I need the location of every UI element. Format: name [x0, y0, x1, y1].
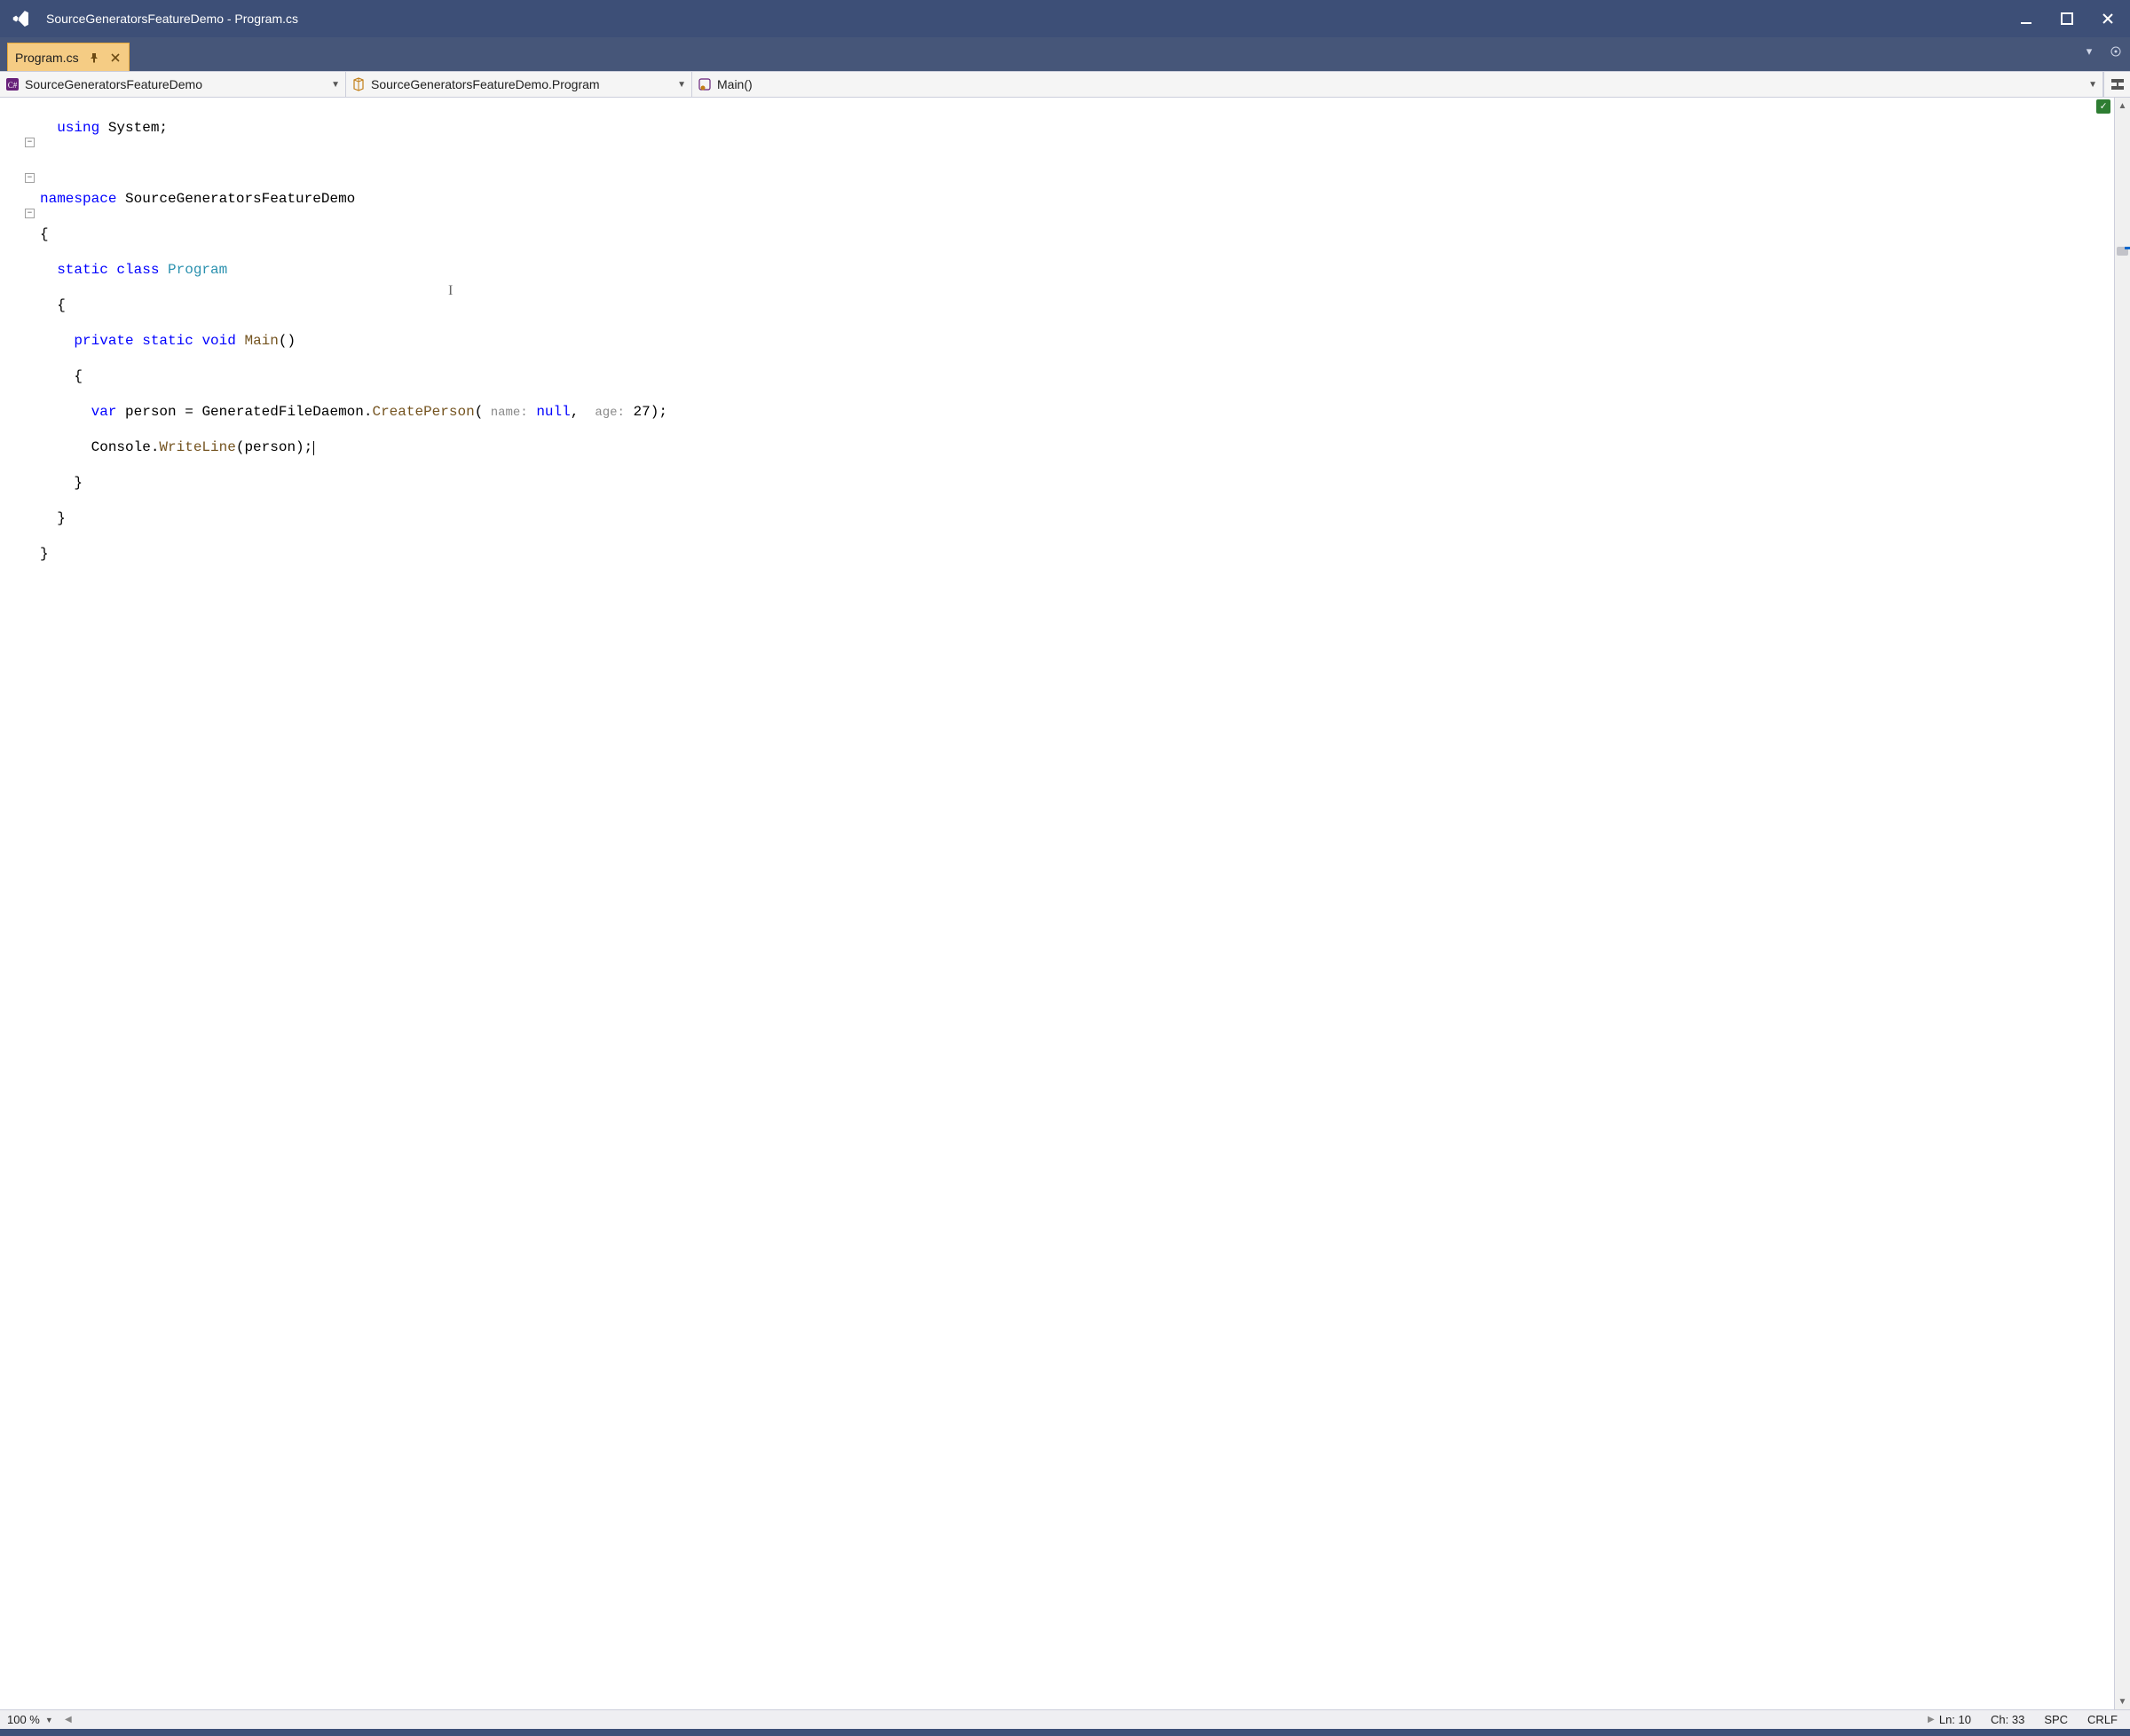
- scroll-down-icon[interactable]: ▼: [2115, 1693, 2130, 1709]
- code-token: Console.: [40, 439, 159, 455]
- inline-hint: name:: [483, 406, 527, 420]
- code-token: }: [40, 546, 49, 562]
- shell-statusbar: [0, 1729, 2130, 1736]
- tab-overflow-icon[interactable]: ▾: [2080, 43, 2098, 60]
- close-button[interactable]: [2098, 9, 2118, 28]
- code-token: namespace: [40, 191, 116, 207]
- code-token: static: [134, 333, 193, 349]
- text-caret: [313, 441, 314, 455]
- code-editor[interactable]: − − − using System; namespace SourceGene…: [0, 98, 2130, 1709]
- window-titlebar: SourceGeneratorsFeatureDemo - Program.cs: [0, 0, 2130, 37]
- code-token: {: [40, 368, 83, 384]
- minimize-button[interactable]: [2016, 9, 2036, 28]
- class-name: SourceGeneratorsFeatureDemo.Program: [371, 77, 600, 91]
- document-tab-strip: Program.cs ▾: [0, 37, 2130, 71]
- member-name: Main(): [717, 77, 753, 91]
- code-token: System;: [99, 120, 168, 136]
- svg-text:C#: C#: [8, 81, 18, 90]
- code-token: WriteLine: [159, 439, 235, 455]
- tab-label: Program.cs: [15, 51, 79, 65]
- code-token: (): [279, 333, 296, 349]
- inline-hint: age:: [588, 406, 625, 420]
- code-token: CreatePerson: [372, 404, 474, 420]
- window-title: SourceGeneratorsFeatureDemo - Program.cs: [46, 12, 298, 26]
- code-token: var: [91, 404, 117, 420]
- code-token: }: [40, 475, 83, 491]
- method-icon: [698, 77, 712, 91]
- code-token: 27);: [625, 404, 667, 420]
- code-token: void: [193, 333, 236, 349]
- csharp-project-icon: C#: [5, 77, 20, 91]
- code-token: private: [74, 333, 133, 349]
- zoom-dropdown[interactable]: 100 % ▼: [0, 1713, 60, 1726]
- split-editor-button[interactable]: [2103, 72, 2130, 97]
- code-token: Main: [236, 333, 279, 349]
- code-token: {: [40, 297, 66, 313]
- zoom-value: 100 %: [7, 1713, 40, 1726]
- vertical-scrollbar[interactable]: ▲ ▼: [2114, 98, 2130, 1709]
- class-icon: [351, 77, 366, 91]
- status-indent[interactable]: SPC: [2044, 1713, 2068, 1726]
- editor-gutter: − − −: [0, 98, 40, 1709]
- editor-footer: 100 % ▼ ◀ ▶ Ln: 10 Ch: 33 SPC CRLF: [0, 1709, 2130, 1729]
- code-token: }: [40, 510, 66, 526]
- code-token: SourceGeneratorsFeatureDemo: [116, 191, 355, 207]
- maximize-button[interactable]: [2057, 9, 2077, 28]
- code-token: null: [528, 404, 571, 420]
- chevron-down-icon: ▼: [2088, 80, 2097, 90]
- close-tab-icon[interactable]: [109, 51, 122, 64]
- scroll-left-icon[interactable]: ◀: [60, 1715, 76, 1724]
- code-token: (person);: [236, 439, 312, 455]
- scroll-up-icon[interactable]: ▲: [2115, 98, 2130, 114]
- code-health-indicator[interactable]: ✓: [2096, 99, 2110, 114]
- code-token: ,: [571, 404, 588, 420]
- change-marker: [2125, 247, 2130, 249]
- status-eol[interactable]: CRLF: [2087, 1713, 2118, 1726]
- code-token: {: [40, 226, 49, 242]
- status-char[interactable]: Ch: 33: [1991, 1713, 2024, 1726]
- member-dropdown[interactable]: Main() ▼: [692, 72, 2103, 97]
- code-token: using: [57, 120, 99, 136]
- code-token: static: [57, 262, 108, 278]
- fold-toggle[interactable]: −: [25, 173, 35, 183]
- vs-logo-icon: [7, 5, 34, 32]
- chevron-down-icon: ▼: [677, 80, 686, 90]
- fold-toggle[interactable]: −: [25, 209, 35, 218]
- code-token: class: [108, 262, 160, 278]
- chevron-down-icon: ▼: [45, 1716, 53, 1724]
- scroll-right-icon[interactable]: ▶: [1923, 1715, 1939, 1724]
- code-token: (: [475, 404, 484, 420]
- project-name: SourceGeneratorsFeatureDemo: [25, 77, 202, 91]
- fold-toggle[interactable]: −: [25, 138, 35, 147]
- code-area[interactable]: using System; namespace SourceGenerators…: [40, 98, 2114, 1709]
- window-options-icon[interactable]: [2107, 43, 2125, 60]
- navigation-bar: C# SourceGeneratorsFeatureDemo ▼ SourceG…: [0, 71, 2130, 98]
- class-dropdown[interactable]: SourceGeneratorsFeatureDemo.Program ▼: [346, 72, 692, 97]
- code-token: Program: [159, 262, 227, 278]
- status-line[interactable]: Ln: 10: [1939, 1713, 1971, 1726]
- code-token: person = GeneratedFileDaemon.: [116, 404, 372, 420]
- ibeam-cursor-icon: I: [448, 282, 453, 300]
- pin-icon[interactable]: [88, 51, 100, 64]
- project-dropdown[interactable]: C# SourceGeneratorsFeatureDemo ▼: [0, 72, 346, 97]
- chevron-down-icon: ▼: [331, 80, 340, 90]
- tab-program-cs[interactable]: Program.cs: [7, 43, 130, 71]
